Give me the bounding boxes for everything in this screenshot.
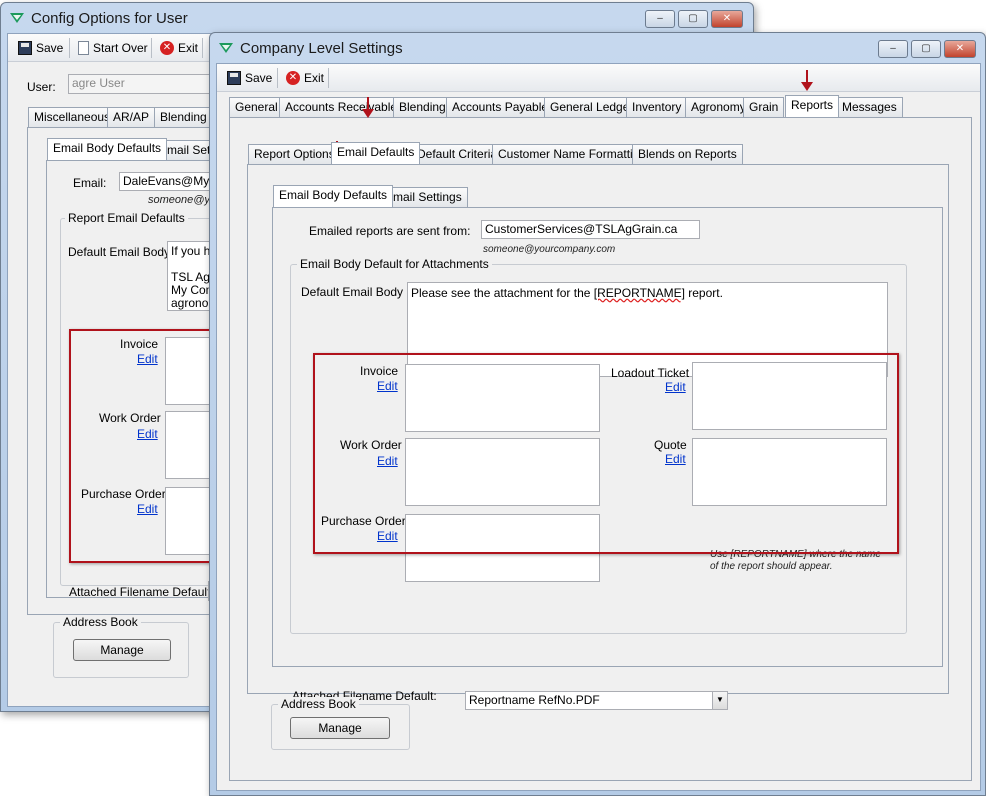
minimize-button[interactable]: – bbox=[645, 10, 675, 28]
annotation-arrow bbox=[801, 70, 813, 91]
email-hint: someone@yo bbox=[148, 194, 217, 206]
tab-messages[interactable]: Messages bbox=[836, 97, 903, 117]
subtab-email-defaults[interactable]: Email Defaults bbox=[331, 142, 421, 164]
sent-from-label: Emailed reports are sent from: bbox=[309, 224, 471, 238]
exit-label: Exit bbox=[304, 71, 325, 85]
maximize-button[interactable]: ▢ bbox=[911, 40, 941, 58]
body-prefix: Please see the attachment for the bbox=[411, 286, 594, 300]
tab-miscellaneous[interactable]: Miscellaneous bbox=[28, 107, 117, 127]
sent-from-hint: someone@yourcompany.com bbox=[483, 244, 616, 255]
document-icon bbox=[78, 41, 89, 55]
save-button[interactable]: Save bbox=[14, 38, 67, 58]
toolbar-divider bbox=[69, 38, 70, 58]
app-logo-icon bbox=[219, 43, 233, 53]
exit-button[interactable]: ✕ Exit bbox=[156, 38, 202, 58]
toolbar-divider bbox=[328, 68, 329, 88]
save-label: Save bbox=[36, 41, 64, 55]
purchase-order-body-field[interactable] bbox=[165, 487, 215, 555]
report-email-defaults-label: Report Email Defaults bbox=[65, 211, 188, 225]
purchase-order-edit-link[interactable]: Edit bbox=[137, 502, 158, 516]
subtab-email-body-defaults[interactable]: Email Body Defaults bbox=[47, 138, 168, 160]
start-over-button[interactable]: Start Over bbox=[74, 38, 152, 58]
exit-icon: ✕ bbox=[286, 71, 300, 85]
attached-filename-value: Reportname RefNo.PDF bbox=[469, 693, 600, 707]
address-book-label: Address Book bbox=[60, 615, 141, 629]
purchase-order-label: Purchase Order bbox=[81, 487, 166, 501]
user-field[interactable]: agre User bbox=[68, 74, 218, 94]
toolbar-divider bbox=[277, 68, 278, 88]
invoice-edit-link[interactable]: Edit bbox=[137, 352, 158, 366]
reportname-hint-line2: of the report should appear. bbox=[710, 561, 833, 572]
exit-button[interactable]: ✕ Exit bbox=[282, 68, 328, 88]
start-over-label: Start Over bbox=[93, 41, 148, 55]
address-book-label: Address Book bbox=[278, 697, 359, 711]
toolbar-divider bbox=[151, 38, 152, 58]
front-titlebar: Company Level Settings – ▢ ✕ bbox=[210, 33, 985, 63]
reportname-token: [REPORTNAME] bbox=[593, 286, 685, 300]
manage-button[interactable]: Manage bbox=[73, 639, 171, 661]
minimize-button[interactable]: – bbox=[878, 40, 908, 58]
save-icon bbox=[227, 71, 241, 85]
subtab-customer-name-formatting[interactable]: Customer Name Formatting bbox=[492, 144, 653, 164]
tab-accounts-payable[interactable]: Accounts Payable bbox=[446, 97, 555, 117]
default-email-body-label: Default Email Body bbox=[301, 285, 404, 299]
exit-icon: ✕ bbox=[160, 41, 174, 55]
save-icon bbox=[18, 41, 32, 55]
body-suffix: report. bbox=[684, 286, 723, 300]
exit-label: Exit bbox=[178, 41, 199, 55]
tab-blending[interactable]: Blending bbox=[393, 97, 452, 117]
close-button[interactable]: ✕ bbox=[944, 40, 976, 58]
front-window-title: Company Level Settings bbox=[240, 40, 403, 57]
attached-filename-select[interactable]: Reportname RefNo.PDF ▼ bbox=[465, 691, 728, 710]
address-book-group: Address Book Manage bbox=[53, 615, 189, 678]
email-label: Email: bbox=[73, 176, 107, 190]
invoice-body-field[interactable] bbox=[165, 337, 215, 405]
attachments-group-label: Email Body Default for Attachments bbox=[297, 257, 492, 271]
annotation-arrow bbox=[362, 97, 374, 118]
tab-ar-ap[interactable]: AR/AP bbox=[107, 107, 156, 127]
work-order-label: Work Order bbox=[99, 411, 161, 425]
tab-grain[interactable]: Grain bbox=[743, 97, 785, 117]
manage-button[interactable]: Manage bbox=[290, 717, 390, 739]
sent-from-field[interactable]: CustomerServices@TSLAgGrain.ca bbox=[481, 220, 700, 239]
tab-agronomy[interactable]: Agronomy bbox=[685, 97, 752, 117]
back-titlebar: Config Options for User – ▢ ✕ bbox=[1, 3, 753, 33]
front-toolbar: Save ✕ Exit bbox=[217, 64, 980, 92]
tab-reports[interactable]: Reports bbox=[785, 95, 840, 117]
save-label: Save bbox=[245, 71, 273, 85]
close-button[interactable]: ✕ bbox=[711, 10, 743, 28]
app-logo-icon bbox=[10, 13, 24, 23]
tab-accounts-receivable[interactable]: Accounts Receivable bbox=[279, 97, 404, 117]
toolbar-divider bbox=[202, 38, 203, 58]
back-window-title: Config Options for User bbox=[31, 10, 188, 27]
subtab-default-criteria[interactable]: Default Criteria bbox=[411, 144, 504, 164]
subtab-blends-on-reports[interactable]: Blends on Reports bbox=[632, 144, 743, 164]
chevron-down-icon[interactable]: ▼ bbox=[712, 692, 727, 709]
tab-blending[interactable]: Blending bbox=[154, 107, 213, 127]
work-order-edit-link[interactable]: Edit bbox=[137, 427, 158, 441]
invoice-label: Invoice bbox=[120, 337, 159, 351]
tab-general[interactable]: General bbox=[229, 97, 284, 117]
maximize-button[interactable]: ▢ bbox=[678, 10, 708, 28]
subtab-report-options[interactable]: Report Options bbox=[248, 144, 341, 164]
save-button[interactable]: Save bbox=[223, 68, 276, 88]
user-label: User: bbox=[27, 80, 56, 94]
highlight-box bbox=[313, 353, 899, 554]
address-book-group: Address Book Manage bbox=[271, 697, 410, 750]
tab-inventory[interactable]: Inventory bbox=[626, 97, 688, 117]
work-order-body-field[interactable] bbox=[165, 411, 215, 479]
attached-filename-label: Attached Filename Default: bbox=[69, 585, 214, 599]
default-email-body-label: Default Email Body bbox=[68, 245, 171, 259]
subtab-email-body-defaults[interactable]: Email Body Defaults bbox=[273, 185, 394, 207]
